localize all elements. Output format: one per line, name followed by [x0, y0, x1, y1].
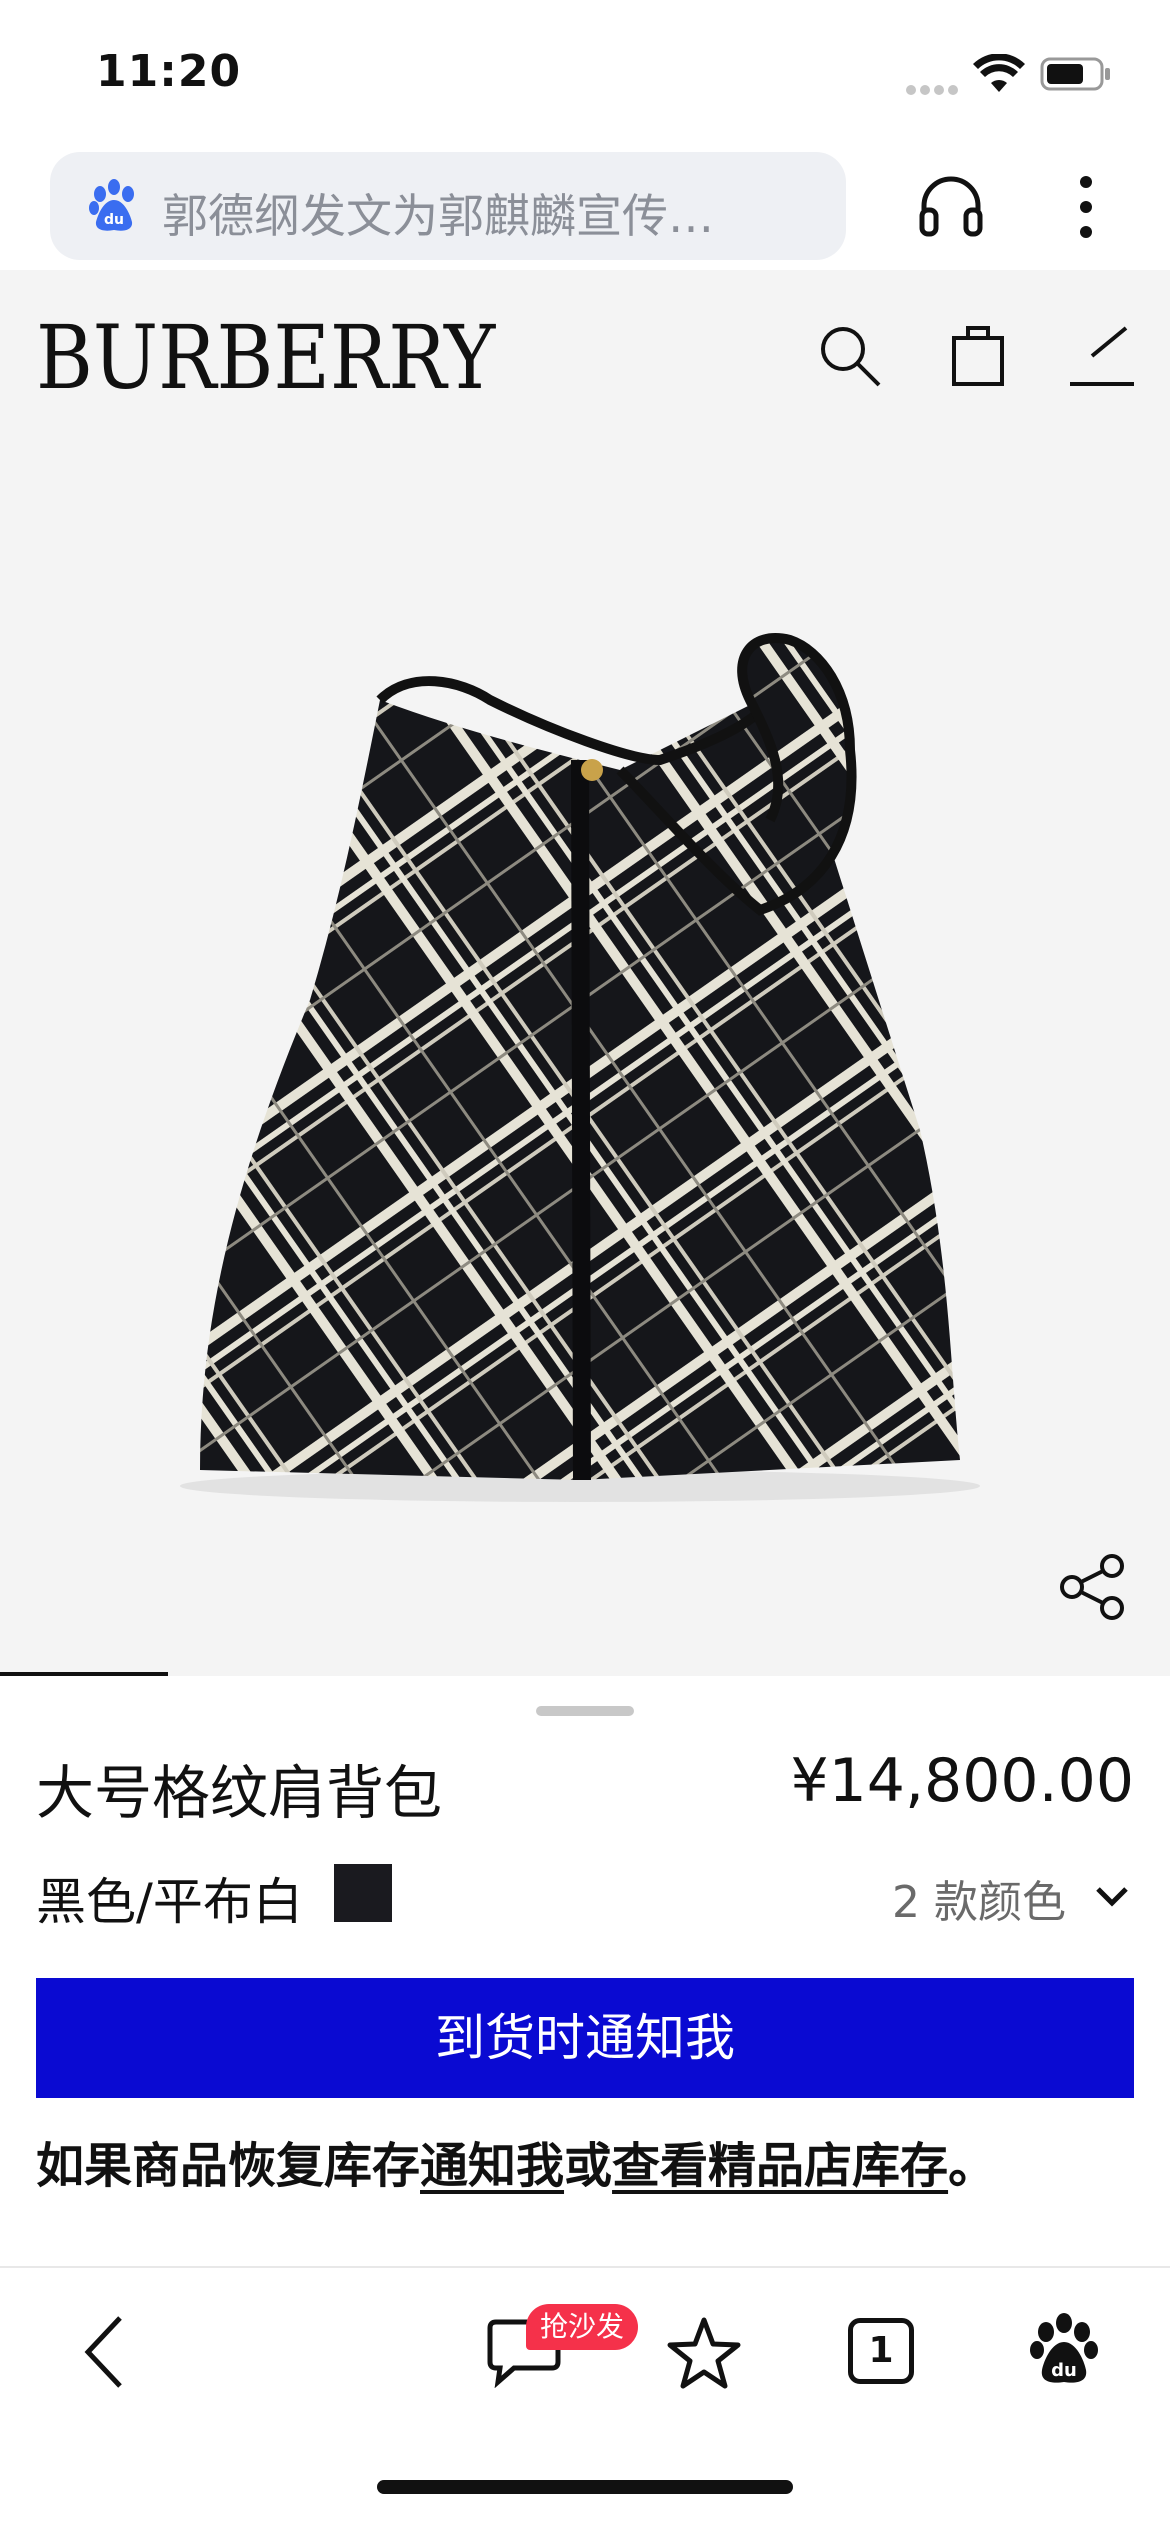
- restock-middle: 或: [564, 2138, 613, 2194]
- site-header: BURBERRY: [0, 270, 1170, 440]
- restock-suffix: 。: [948, 2138, 997, 2194]
- chevron-down-icon[interactable]: [1092, 1876, 1132, 1916]
- store-stock-link[interactable]: 查看精品店库存: [612, 2138, 948, 2194]
- baidu-home-icon[interactable]: du: [1028, 2312, 1100, 2388]
- color-count[interactable]: 2 款颜色: [892, 1866, 1066, 1930]
- notify-me-button[interactable]: 到货时通知我: [36, 1978, 1134, 2098]
- more-menu-icon[interactable]: [1068, 174, 1104, 240]
- address-text: 郭德纲发文为郭麒麟宣传…: [162, 189, 714, 243]
- battery-icon: [1040, 57, 1110, 91]
- tabs-count-icon[interactable]: 1: [848, 2318, 914, 2384]
- menu-icon[interactable]: [1070, 322, 1134, 390]
- share-icon[interactable]: [1058, 1552, 1128, 1622]
- notify-me-link[interactable]: 通知我: [420, 2138, 564, 2194]
- status-bar: 11:20: [0, 0, 1170, 150]
- cellular-signal-icon: [906, 80, 962, 99]
- color-label: 黑色/平布白: [36, 1873, 303, 1931]
- favorite-star-icon[interactable]: [666, 2316, 742, 2392]
- carousel-indicator: [0, 1672, 168, 1676]
- restock-message: 如果商品恢复库存通知我或查看精品店库存。: [36, 2126, 996, 2196]
- svg-text:du: du: [104, 212, 124, 228]
- sofa-badge[interactable]: 抢沙发: [526, 2304, 639, 2350]
- restock-prefix: 如果商品恢复库存: [36, 2138, 421, 2194]
- svg-text:du: du: [1051, 2360, 1077, 2381]
- product-image-carousel[interactable]: [0, 440, 1170, 1676]
- product-name: 大号格纹肩背包: [36, 1759, 443, 1827]
- brand-logo[interactable]: BURBERRY: [36, 306, 495, 409]
- headphones-icon[interactable]: [916, 170, 986, 240]
- baidu-paw-icon: du: [89, 179, 134, 231]
- status-time: 11:20: [96, 46, 242, 97]
- product-image: [180, 633, 980, 1502]
- wifi-icon: [973, 54, 1025, 92]
- product-price: ¥14,800.00: [790, 1746, 1134, 1816]
- back-icon[interactable]: [80, 2312, 130, 2392]
- search-icon[interactable]: [816, 322, 884, 390]
- shopping-bag-icon[interactable]: [946, 320, 1010, 388]
- sheet-drag-handle[interactable]: [536, 1706, 634, 1716]
- color-swatch[interactable]: [334, 1864, 392, 1922]
- home-indicator: [377, 2480, 793, 2494]
- address-bar[interactable]: du 郭德纲发文为郭麒麟宣传…: [50, 152, 846, 260]
